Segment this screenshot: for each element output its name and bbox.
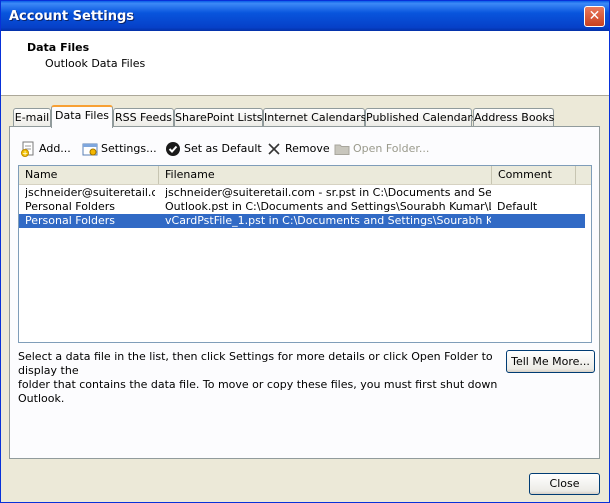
data-files-list[interactable]: Name Filename Comment jschneider@suitere… (18, 165, 592, 343)
set-as-default-label: Set as Default (184, 142, 262, 155)
close-button[interactable]: Close (529, 473, 600, 495)
set-as-default-button[interactable]: Set as Default (165, 139, 262, 159)
settings-label: Settings... (101, 142, 157, 155)
row-name: jschneider@suiteretail.c... (25, 186, 155, 199)
column-header-name[interactable]: Name (19, 166, 159, 184)
open-folder-label: Open Folder... (353, 142, 430, 155)
add-file-icon: + (20, 141, 36, 158)
data-files-panel: + Add... Settings... Set as Default Remo… (9, 126, 600, 459)
tab-sharepoint-lists[interactable]: SharePoint Lists (174, 108, 263, 127)
header-title: Data Files (27, 41, 90, 54)
add-label: Add... (39, 142, 71, 155)
tab-internet-calendars[interactable]: Internet Calendars (263, 108, 366, 127)
column-header-comment[interactable]: Comment (492, 166, 576, 184)
row-comment: Default (497, 200, 538, 213)
account-settings-window: Account Settings ✕ Data Files Outlook Da… (0, 0, 610, 503)
list-header: Name Filename Comment (19, 166, 591, 185)
svg-text:+: + (22, 150, 28, 158)
row-name: Personal Folders (25, 200, 115, 213)
row-filename: jschneider@suiteretail.com - sr.pst in C… (165, 186, 491, 199)
help-text-line-1: Select a data file in the list, then cli… (18, 350, 493, 377)
remove-button[interactable]: Remove (266, 139, 330, 159)
row-name: Personal Folders (25, 214, 115, 227)
tab-rss-feeds[interactable]: RSS Feeds (113, 108, 174, 127)
window-title: Account Settings (9, 9, 135, 24)
remove-x-icon (266, 141, 282, 157)
checkmark-icon (165, 141, 181, 157)
tab-email[interactable]: E-mail (13, 108, 51, 127)
header-subtitle: Outlook Data Files (45, 57, 146, 70)
remove-label: Remove (285, 142, 330, 155)
settings-icon (82, 141, 98, 157)
list-row[interactable]: jschneider@suiteretail.c... jschneider@s… (19, 186, 585, 200)
add-button[interactable]: + Add... (20, 139, 71, 159)
title-bar[interactable]: Account Settings ✕ (1, 1, 609, 31)
tell-me-more-button[interactable]: Tell Me More... (506, 350, 595, 373)
tab-published-calendars[interactable]: Published Calendars (365, 108, 478, 127)
close-window-icon[interactable]: ✕ (584, 6, 605, 27)
row-filename: Outlook.pst in C:\Documents and Settings… (165, 200, 491, 213)
folder-icon (334, 141, 350, 157)
tab-address-books[interactable]: Address Books (473, 108, 554, 127)
help-text-line-2: folder that contains the data file. To m… (18, 378, 498, 405)
list-row[interactable]: Personal Folders Outlook.pst in C:\Docum… (19, 200, 585, 214)
open-folder-button[interactable]: Open Folder... (334, 139, 429, 159)
row-filename: vCardPstFile_1.pst in C:\Documents and S… (165, 214, 491, 227)
header-area: Data Files Outlook Data Files (1, 31, 609, 96)
column-header-filename[interactable]: Filename (159, 166, 492, 184)
help-text: Select a data file in the list, then cli… (18, 350, 498, 406)
list-row-selected[interactable]: Personal Folders vCardPstFile_1.pst in C… (19, 214, 585, 228)
tab-data-files[interactable]: Data Files (51, 105, 113, 128)
settings-button[interactable]: Settings... (82, 139, 157, 159)
